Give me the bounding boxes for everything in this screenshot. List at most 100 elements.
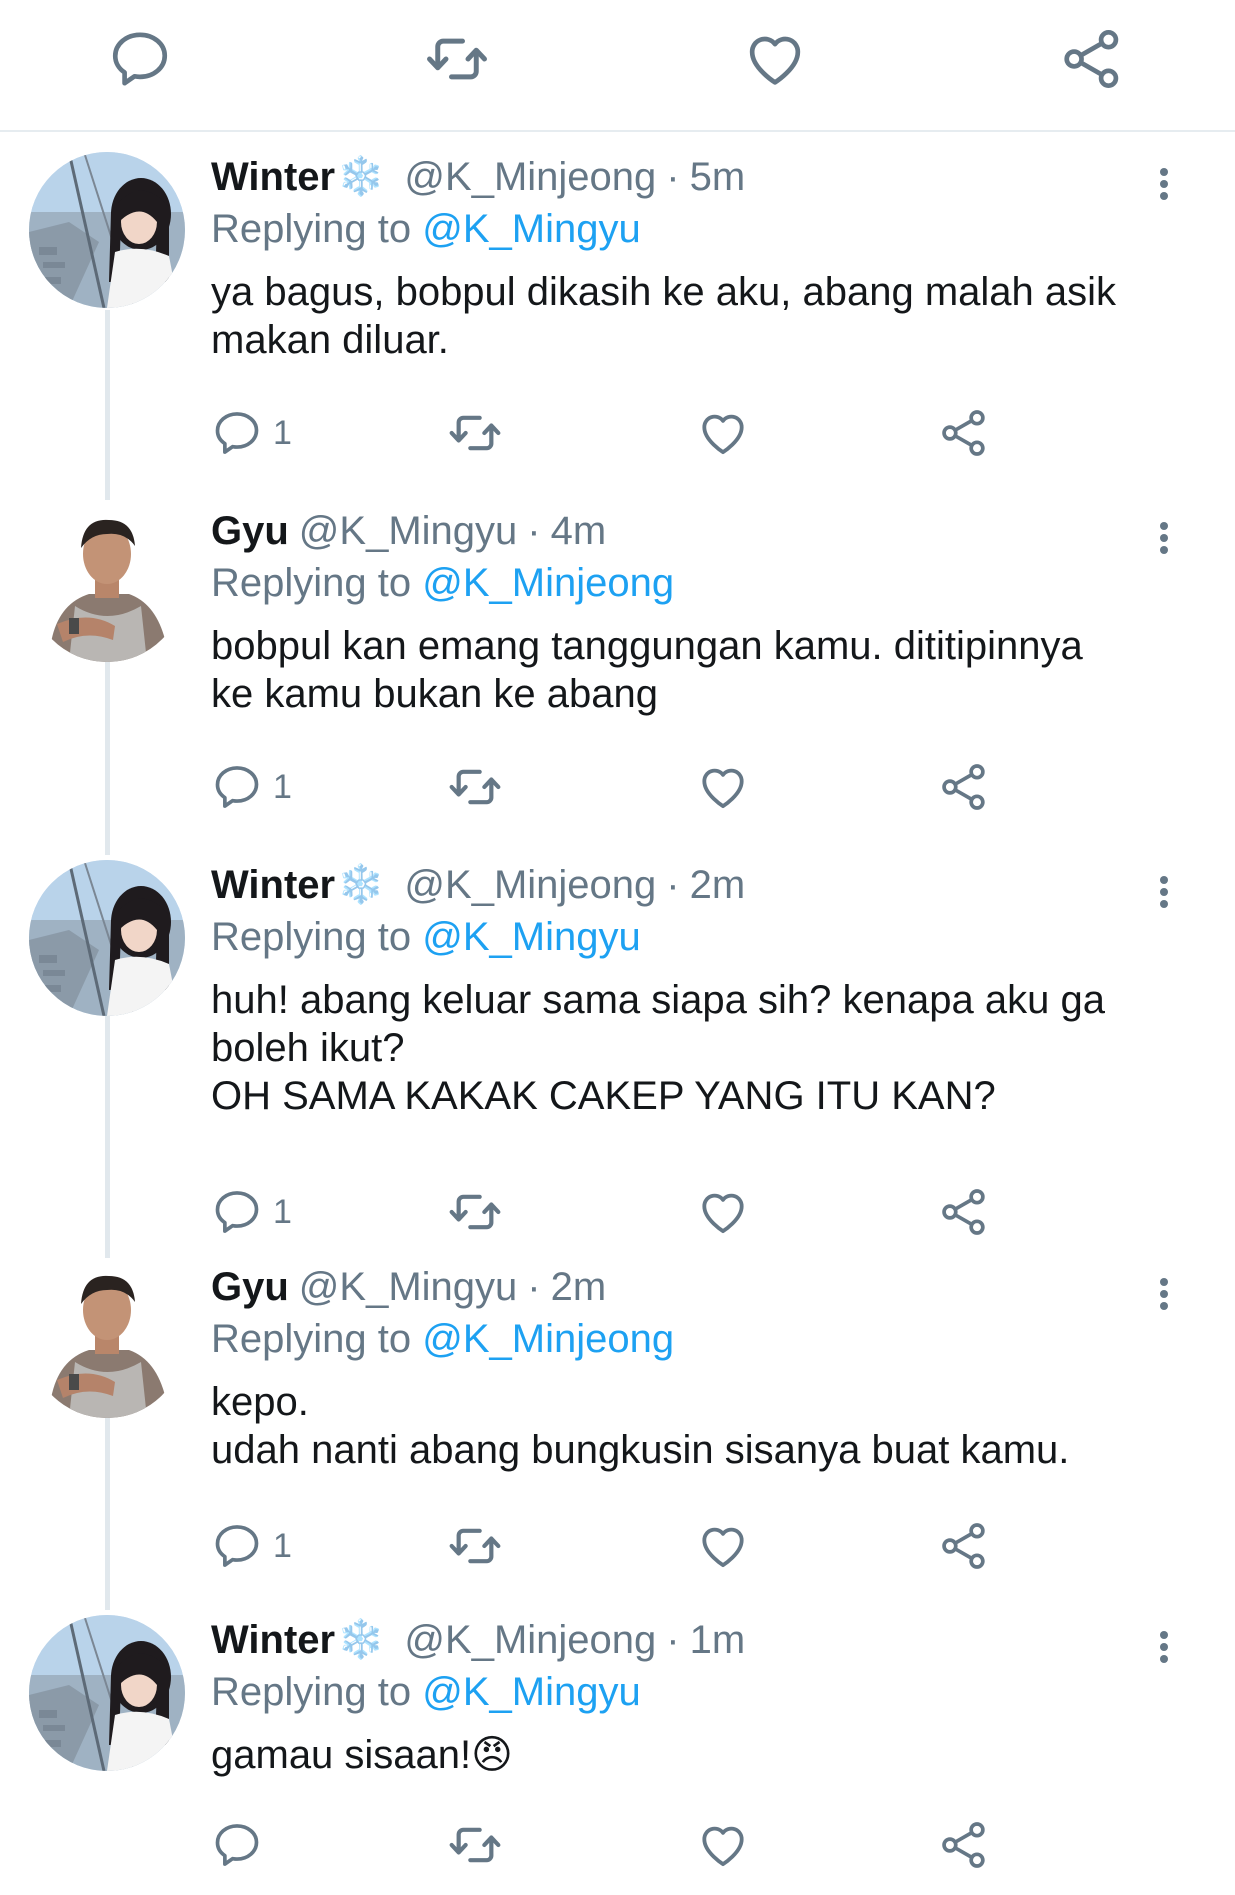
retweet-button[interactable] xyxy=(447,405,503,461)
tweet-text: gamau sisaan!😠 xyxy=(211,1733,513,1777)
replying-to: Replying to @K_Minjeong xyxy=(211,1312,674,1366)
reply-button[interactable]: 1 xyxy=(211,1518,292,1574)
like-icon xyxy=(696,1185,750,1239)
timestamp[interactable]: 5m xyxy=(690,152,746,202)
snowflake-icon: ❄️ xyxy=(337,1619,385,1661)
like-icon xyxy=(696,1818,750,1872)
share-icon xyxy=(938,1819,990,1871)
more-options-icon[interactable] xyxy=(1134,864,1170,920)
tweet-header: Winter ❄️ @K_Minjeong · 2m xyxy=(211,860,745,910)
more-options-icon[interactable] xyxy=(1134,1619,1170,1675)
share-button[interactable] xyxy=(938,759,990,815)
reply-icon[interactable] xyxy=(107,26,173,92)
display-name[interactable]: Winter xyxy=(211,1615,335,1665)
more-options-icon[interactable] xyxy=(1134,510,1170,566)
mention-link[interactable]: @K_Mingyu xyxy=(422,1670,640,1714)
tweet[interactable]: Winter ❄️ @K_Minjeong · 1m Replying to @… xyxy=(0,1615,1235,1895)
reply-button[interactable] xyxy=(211,1817,273,1873)
tweet-actions: 1 xyxy=(211,1184,1111,1240)
retweet-button[interactable] xyxy=(447,759,503,815)
avatar[interactable] xyxy=(29,1262,185,1418)
mention-link[interactable]: @K_Mingyu xyxy=(422,915,640,959)
reply-button[interactable]: 1 xyxy=(211,1184,292,1240)
more-options-icon[interactable] xyxy=(1134,1266,1170,1322)
display-name[interactable]: Winter xyxy=(211,152,335,202)
reply-icon xyxy=(211,407,263,459)
share-button[interactable] xyxy=(938,405,990,461)
tweet-text: kepo. udah nanti abang bungkusin sisanya… xyxy=(211,1380,1070,1472)
timestamp[interactable]: 2m xyxy=(690,860,746,910)
tweet-actions xyxy=(211,1817,1111,1873)
reply-count: 1 xyxy=(273,1526,292,1565)
tweet[interactable]: Winter ❄️ @K_Minjeong · 2m Replying to @… xyxy=(0,860,1235,1260)
tweet[interactable]: Gyu @K_Mingyu · 4m Replying to @K_Minjeo… xyxy=(0,506,1235,856)
user-handle[interactable]: @K_Mingyu xyxy=(299,506,517,556)
tweet[interactable]: Gyu @K_Mingyu · 2m Replying to @K_Minjeo… xyxy=(0,1262,1235,1612)
share-button[interactable] xyxy=(938,1817,990,1873)
avatar[interactable] xyxy=(29,860,185,1016)
tweet[interactable]: Winter ❄️ @K_Minjeong · 5m Replying to @… xyxy=(0,152,1235,502)
tweet-header: Winter ❄️ @K_Minjeong · 1m xyxy=(211,1615,745,1665)
retweet-icon[interactable] xyxy=(424,26,490,92)
share-button[interactable] xyxy=(938,1518,990,1574)
avatar[interactable] xyxy=(29,1615,185,1771)
separator-dot: · xyxy=(666,863,680,907)
like-button[interactable] xyxy=(696,1817,750,1873)
replying-to-label: Replying to xyxy=(211,1670,423,1714)
display-name[interactable]: Gyu xyxy=(211,506,289,556)
separator-dot: · xyxy=(666,1618,680,1662)
like-icon xyxy=(696,406,750,460)
retweet-button[interactable] xyxy=(447,1184,503,1240)
retweet-icon xyxy=(447,1184,503,1240)
tweet-header: Winter ❄️ @K_Minjeong · 5m xyxy=(211,152,745,202)
replying-to-label: Replying to xyxy=(211,915,423,959)
reply-count: 1 xyxy=(273,767,292,806)
tweet-text: bobpul kan emang tanggungan kamu. dititi… xyxy=(211,624,1083,716)
replying-to-label: Replying to xyxy=(211,207,423,251)
user-handle[interactable]: @K_Minjeong xyxy=(404,1615,656,1665)
replying-to-label: Replying to xyxy=(211,1317,423,1361)
like-icon[interactable] xyxy=(742,26,808,92)
retweet-button[interactable] xyxy=(447,1518,503,1574)
replying-to: Replying to @K_Mingyu xyxy=(211,1665,641,1719)
timestamp[interactable]: 2m xyxy=(551,1262,607,1312)
user-handle[interactable]: @K_Mingyu xyxy=(299,1262,517,1312)
like-button[interactable] xyxy=(696,759,750,815)
mention-link[interactable]: @K_Minjeong xyxy=(422,1317,674,1361)
share-icon xyxy=(938,761,990,813)
replying-to: Replying to @K_Minjeong xyxy=(211,556,674,610)
user-handle[interactable]: @K_Minjeong xyxy=(404,152,656,202)
separator-dot: · xyxy=(666,155,680,199)
display-name[interactable]: Winter xyxy=(211,860,335,910)
share-button[interactable] xyxy=(938,1184,990,1240)
more-options-icon[interactable] xyxy=(1134,156,1170,212)
like-button[interactable] xyxy=(696,405,750,461)
timestamp[interactable]: 1m xyxy=(690,1615,746,1665)
mention-link[interactable]: @K_Mingyu xyxy=(422,207,640,251)
like-button[interactable] xyxy=(696,1184,750,1240)
share-icon[interactable] xyxy=(1059,26,1125,92)
reply-icon xyxy=(211,761,263,813)
avatar[interactable] xyxy=(29,152,185,308)
like-button[interactable] xyxy=(696,1518,750,1574)
retweet-icon xyxy=(447,1518,503,1574)
tweet-text: huh! abang keluar sama siapa sih? kenapa… xyxy=(211,978,1105,1118)
tweet-header: Gyu @K_Mingyu · 2m xyxy=(211,1262,606,1312)
separator-dot: · xyxy=(527,509,541,553)
reply-button[interactable]: 1 xyxy=(211,405,292,461)
reply-button[interactable]: 1 xyxy=(211,759,292,815)
reply-icon xyxy=(211,1520,263,1572)
reply-icon xyxy=(211,1186,263,1238)
user-handle[interactable]: @K_Minjeong xyxy=(404,860,656,910)
reply-icon xyxy=(211,1819,263,1871)
mention-link[interactable]: @K_Minjeong xyxy=(422,561,674,605)
timestamp[interactable]: 4m xyxy=(551,506,607,556)
retweet-icon xyxy=(447,1817,503,1873)
separator-dot: · xyxy=(527,1265,541,1309)
avatar[interactable] xyxy=(29,506,185,662)
like-icon xyxy=(696,1519,750,1573)
retweet-icon xyxy=(447,759,503,815)
retweet-button[interactable] xyxy=(447,1817,503,1873)
tweet-action-bar xyxy=(0,0,1235,132)
display-name[interactable]: Gyu xyxy=(211,1262,289,1312)
